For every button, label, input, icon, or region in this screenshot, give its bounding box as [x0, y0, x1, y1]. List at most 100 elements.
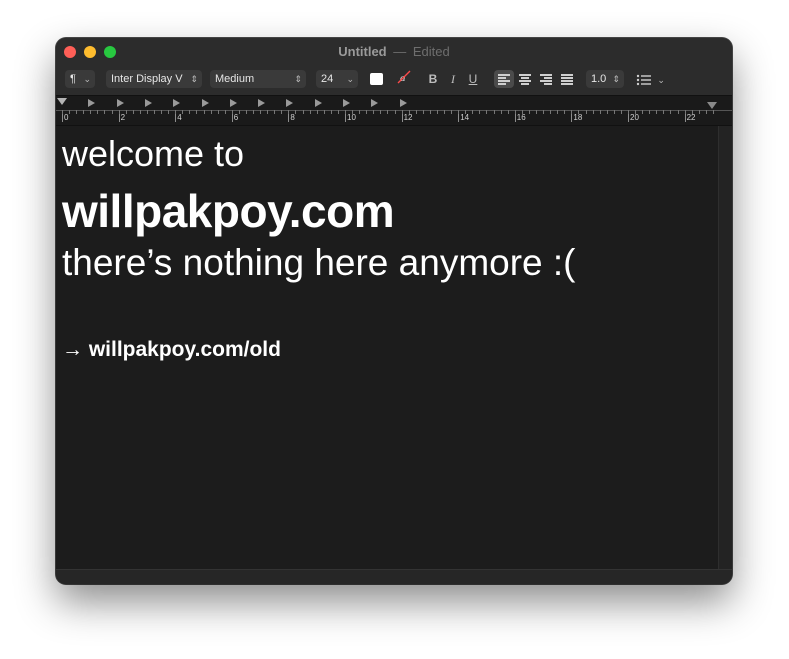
text-line-site: willpakpoy.com	[62, 185, 395, 237]
bold-button[interactable]: B	[426, 70, 440, 88]
ruler-minor-tick	[444, 110, 445, 114]
ruler-minor-tick	[317, 110, 318, 114]
ruler-minor-tick	[670, 110, 671, 114]
text-line-nothing: there’s nothing here anymore :(	[62, 242, 576, 283]
ruler-minor-tick	[147, 110, 148, 114]
tab-stop-marker[interactable]	[314, 99, 322, 107]
tab-stop-marker[interactable]	[229, 99, 237, 107]
ruler-minor-tick	[395, 110, 396, 114]
tab-stop-marker[interactable]	[88, 99, 96, 107]
ruler-label: 12	[403, 113, 413, 122]
ruler-label: 6	[233, 113, 239, 122]
tab-stop-marker[interactable]	[116, 99, 124, 107]
ruler-label: 20	[630, 113, 639, 122]
ruler-minor-tick	[161, 110, 162, 114]
ruler-minor-tick	[83, 110, 84, 114]
ruler-minor-tick	[175, 110, 176, 114]
horizontal-scrollbar[interactable]	[56, 569, 732, 584]
font-family-popup[interactable]: Inter Display V ⇕	[106, 70, 202, 88]
tab-stop-marker[interactable]	[173, 99, 181, 107]
ruler-minor-tick	[409, 110, 410, 114]
ruler-minor-tick	[331, 110, 332, 114]
ruler-minor-tick	[472, 110, 473, 114]
ruler-minor-tick	[486, 110, 487, 114]
ruler-minor-tick	[373, 110, 374, 114]
ruler-minor-tick	[494, 110, 495, 114]
document-text-area[interactable]: welcome to willpakpoy.com there’s nothin…	[56, 126, 718, 569]
up-down-chevron-icon: ⇕	[294, 74, 302, 84]
ruler-minor-tick	[267, 110, 268, 114]
paragraph-icon: ¶	[70, 73, 76, 85]
ruler-minor-tick	[303, 110, 304, 114]
paragraph-style-popup[interactable]: ¶ ⌄	[65, 70, 95, 88]
ruler-minor-tick	[281, 110, 282, 114]
chevron-down-icon: ⌄	[83, 74, 91, 84]
ruler-minor-tick	[430, 110, 431, 114]
tab-stop-marker[interactable]	[144, 99, 152, 107]
ruler-minor-tick	[154, 110, 155, 114]
line-spacing-popup[interactable]: 1.0 ⇕	[586, 70, 624, 88]
justify-button[interactable]	[557, 70, 577, 88]
ruler[interactable]: 0 2 4 6 8 10 12 14 16 18 20 22	[56, 96, 732, 126]
ruler-minor-tick	[692, 110, 693, 114]
ruler-minor-tick	[204, 110, 205, 114]
ruler-baseline	[56, 110, 732, 111]
ruler-label: 0	[64, 113, 69, 122]
ruler-minor-tick	[189, 110, 190, 114]
right-margin-marker[interactable]	[707, 102, 717, 109]
ruler-minor-tick	[380, 110, 381, 114]
ruler-minor-tick	[225, 110, 226, 114]
tab-stop-marker[interactable]	[201, 99, 209, 107]
ruler-minor-tick	[246, 110, 247, 114]
vertical-scrollbar[interactable]	[718, 126, 732, 569]
align-center-button[interactable]	[515, 70, 535, 88]
highlight-color-icon[interactable]: a	[396, 70, 412, 88]
list-bullets-popup[interactable]: ⌄	[636, 70, 670, 88]
ruler-minor-tick	[479, 110, 480, 114]
tab-stop-marker[interactable]	[343, 99, 350, 107]
tab-stop-marker[interactable]	[399, 99, 407, 107]
ruler-minor-tick	[685, 110, 686, 114]
tab-stop-marker[interactable]	[371, 99, 379, 107]
align-left-button[interactable]	[494, 70, 514, 88]
ruler-minor-tick	[345, 110, 346, 114]
ruler-minor-tick	[352, 110, 353, 114]
textedit-window: Untitled — Edited ¶ ⌄ Inter Display V ⇕ …	[56, 38, 732, 584]
tab-stop-marker[interactable]	[258, 99, 266, 107]
ruler-minor-tick	[69, 110, 70, 114]
ruler-minor-tick	[621, 110, 622, 114]
ruler-minor-tick	[387, 110, 388, 114]
ruler-minor-tick	[119, 110, 120, 114]
left-margin-marker[interactable]	[57, 98, 67, 105]
align-right-button[interactable]	[536, 70, 556, 88]
ruler-minor-tick	[104, 110, 105, 114]
ruler-minor-tick	[402, 110, 403, 114]
titlebar: Untitled — Edited ¶ ⌄ Inter Display V ⇕ …	[56, 38, 732, 96]
ruler-minor-tick	[713, 110, 714, 114]
align-right-icon	[540, 74, 552, 86]
tab-stop-marker[interactable]	[286, 99, 294, 107]
ruler-minor-tick	[586, 110, 587, 114]
font-weight-popup[interactable]: Medium ⇕	[210, 70, 306, 88]
font-weight-value: Medium	[215, 73, 255, 85]
font-size-combo[interactable]: 24 ⌄	[316, 70, 358, 88]
text-color-well[interactable]	[370, 73, 383, 85]
ruler-minor-tick	[635, 110, 636, 114]
ruler-minor-tick	[678, 110, 679, 114]
ruler-minor-tick	[274, 110, 275, 114]
ruler-minor-tick	[578, 110, 579, 114]
underline-button[interactable]: U	[466, 70, 480, 88]
ruler-minor-tick	[295, 110, 296, 114]
ruler-minor-tick	[465, 110, 466, 114]
ruler-minor-tick	[550, 110, 551, 114]
ruler-label: 16	[516, 113, 526, 122]
ruler-label: 22	[686, 113, 696, 122]
text-line-old-link: → willpakpoy.com/old	[62, 338, 281, 361]
ruler-label: 4	[177, 113, 182, 122]
ruler-minor-tick	[564, 110, 565, 114]
italic-button[interactable]: I	[446, 70, 460, 88]
ruler-minor-tick	[76, 110, 77, 114]
ruler-label: 8	[290, 113, 295, 122]
up-down-chevron-icon: ⇕	[190, 74, 198, 84]
ruler-minor-tick	[642, 110, 643, 114]
